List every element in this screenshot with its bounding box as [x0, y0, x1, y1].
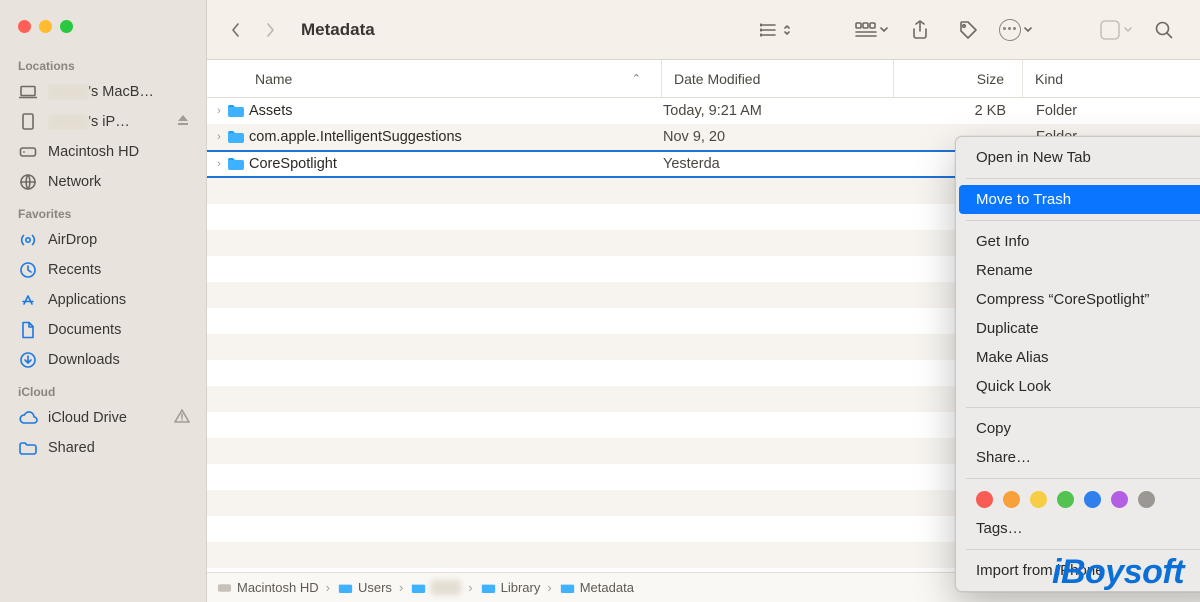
sort-asc-icon: ⌃	[632, 72, 649, 85]
minimize-window-button[interactable]	[39, 20, 52, 33]
menu-make-alias[interactable]: Make Alias	[956, 343, 1200, 372]
sidebar-item-ipad[interactable]: xxxxx's iP…	[0, 107, 206, 137]
menu-copy[interactable]: Copy	[956, 414, 1200, 443]
tag-green[interactable]	[1057, 491, 1074, 508]
hdd-icon	[18, 142, 38, 162]
col-size[interactable]: Size	[894, 60, 1023, 97]
tag-orange[interactable]	[1003, 491, 1020, 508]
sidebar-item-icloud-drive[interactable]: iCloud Drive	[0, 403, 206, 433]
finder-main: Metadata	[207, 0, 1200, 602]
menu-get-info[interactable]: Get Info	[956, 227, 1200, 256]
menu-compress[interactable]: Compress “CoreSpotlight”	[956, 285, 1200, 314]
folder-icon	[225, 102, 247, 120]
shared-folder-icon	[18, 438, 38, 458]
nav-back-button[interactable]	[225, 15, 247, 45]
more-icon	[999, 19, 1021, 41]
context-menu: Open in New Tab Move to Trash Get Info R…	[955, 136, 1200, 592]
menu-separator	[966, 407, 1200, 408]
col-date-modified[interactable]: Date Modified	[662, 60, 894, 97]
sidebar-item-network[interactable]: Network	[0, 167, 206, 197]
view-mode-button[interactable]	[758, 15, 794, 45]
tag-gray[interactable]	[1138, 491, 1155, 508]
traffic-lights	[0, 6, 206, 49]
sidebar-section-icloud: iCloud	[0, 375, 206, 403]
sidebar-item-airdrop[interactable]: AirDrop	[0, 225, 206, 255]
globe-icon	[18, 172, 38, 192]
tag-blue[interactable]	[1084, 491, 1101, 508]
sidebar-item-downloads[interactable]: Downloads	[0, 345, 206, 375]
menu-tag-colors	[956, 485, 1200, 514]
breadcrumb[interactable]: Metadata	[560, 580, 634, 595]
menu-rename[interactable]: Rename	[956, 256, 1200, 285]
action-menu-button[interactable]	[998, 15, 1034, 45]
share-button[interactable]	[902, 15, 938, 45]
breadcrumb[interactable]: xxxx›	[411, 580, 474, 595]
chevron-down-icon	[1023, 25, 1033, 35]
finder-extension-button[interactable]	[1098, 15, 1134, 45]
sidebar-section-locations: Locations	[0, 49, 206, 77]
sidebar-item-macintosh-hd[interactable]: Macintosh HD	[0, 137, 206, 167]
sidebar-item-shared[interactable]: Shared	[0, 433, 206, 463]
zoom-window-button[interactable]	[60, 20, 73, 33]
menu-quick-look[interactable]: Quick Look	[956, 372, 1200, 401]
sidebar-item-applications[interactable]: Applications	[0, 285, 206, 315]
finder-toolbar: Metadata	[207, 0, 1200, 60]
menu-tags[interactable]: Tags…	[956, 514, 1200, 543]
file-row[interactable]: › Assets Today, 9:21 AM 2 KB Folder	[207, 98, 1200, 124]
breadcrumb[interactable]: Library›	[481, 580, 554, 595]
menu-separator	[966, 549, 1200, 550]
menu-separator	[966, 478, 1200, 479]
folder-icon	[225, 128, 247, 146]
breadcrumb[interactable]: Macintosh HD›	[217, 580, 332, 595]
menu-move-to-trash[interactable]: Move to Trash	[959, 185, 1200, 214]
menu-duplicate[interactable]: Duplicate	[956, 314, 1200, 343]
tag-yellow[interactable]	[1030, 491, 1047, 508]
menu-separator	[966, 220, 1200, 221]
finder-sidebar: Locations xxxxx's MacB… xxxxx's iP… Maci…	[0, 0, 207, 602]
clock-icon	[18, 260, 38, 280]
tag-purple[interactable]	[1111, 491, 1128, 508]
sidebar-item-documents[interactable]: Documents	[0, 315, 206, 345]
appstore-icon	[18, 290, 38, 310]
disclosure-triangle-icon[interactable]: ›	[207, 158, 225, 170]
menu-share[interactable]: Share…	[956, 443, 1200, 472]
chevron-down-icon	[879, 25, 889, 35]
laptop-icon	[18, 82, 38, 102]
col-name[interactable]: Name ⌃	[207, 60, 662, 97]
menu-separator	[966, 178, 1200, 179]
window-title: Metadata	[301, 20, 375, 40]
cloud-icon	[18, 408, 38, 428]
sidebar-item-macbook[interactable]: xxxxx's MacB…	[0, 77, 206, 107]
sidebar-item-recents[interactable]: Recents	[0, 255, 206, 285]
col-kind[interactable]: Kind	[1023, 60, 1200, 97]
warning-icon	[174, 409, 190, 427]
disclosure-triangle-icon[interactable]: ›	[207, 131, 225, 143]
disclosure-triangle-icon[interactable]: ›	[207, 105, 225, 117]
doc-icon	[18, 320, 38, 340]
chevrons-icon	[782, 23, 792, 37]
tag-red[interactable]	[976, 491, 993, 508]
airdrop-icon	[18, 230, 38, 250]
group-by-button[interactable]	[854, 15, 890, 45]
watermark: iBoysoft	[1052, 553, 1184, 592]
folder-icon	[225, 155, 247, 173]
chevron-down-icon	[1123, 25, 1133, 35]
column-header: Name ⌃ Date Modified Size Kind	[207, 60, 1200, 98]
nav-forward-button[interactable]	[259, 15, 281, 45]
download-icon	[18, 350, 38, 370]
close-window-button[interactable]	[18, 20, 31, 33]
tag-button[interactable]	[950, 15, 986, 45]
search-button[interactable]	[1146, 15, 1182, 45]
menu-open-new-tab[interactable]: Open in New Tab	[956, 143, 1200, 172]
eject-icon[interactable]	[176, 113, 190, 131]
sidebar-section-favorites: Favorites	[0, 197, 206, 225]
breadcrumb[interactable]: Users›	[338, 580, 405, 595]
ipad-icon	[18, 112, 38, 132]
